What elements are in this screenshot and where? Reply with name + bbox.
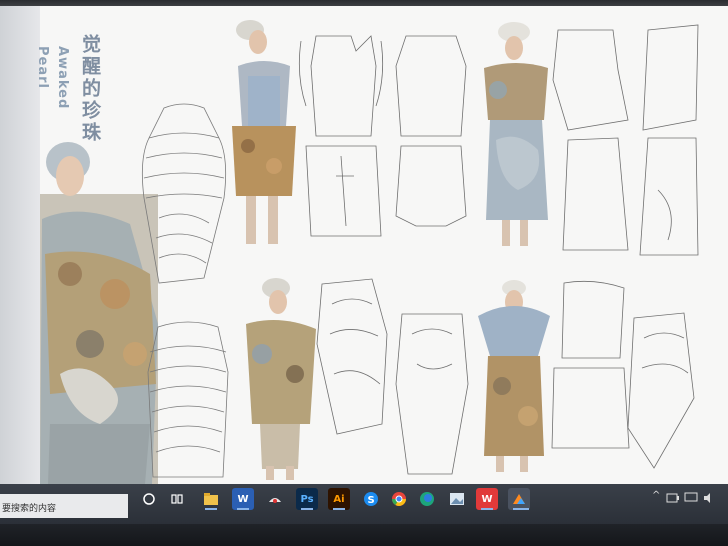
task-view-icon[interactable] [166,488,188,510]
model-figure-4 [484,22,548,246]
file-explorer-icon[interactable] [200,488,222,510]
illustrator-running-indicator [333,508,345,510]
image-viewer-icon[interactable] [446,488,468,510]
desktop-edge [0,6,40,484]
photoshop-icon[interactable]: Ps [296,488,318,510]
chrome-icon[interactable] [388,488,410,510]
wps-running-indicator [481,508,493,510]
sketch-ruffle-top [141,103,227,284]
wps-icon[interactable]: W [476,488,498,510]
flat-sketches-bottoms [316,278,469,475]
taskbar-search-placeholder: 要搜索的内容 [2,504,57,514]
svg-text:S: S [368,495,375,506]
system-tray: ^ [652,490,728,508]
photoshop-running-indicator [301,508,313,510]
artwork-title-en-line1: Awaked [55,46,70,110]
file-explorer-running-indicator [205,508,217,510]
monitor-bezel-bottom [0,524,728,546]
model-figure-2 [232,20,296,244]
sketch-ruffle-bottom [147,321,229,478]
model-figure-3 [246,278,316,480]
tray-overflow-chevron[interactable]: ^ [652,490,660,501]
edge-icon[interactable] [416,488,438,510]
cortana-icon[interactable] [138,488,160,510]
flat-sketches-tops [298,35,467,237]
flat-sketches-right-top [552,24,699,256]
active-app-icon[interactable] [508,488,530,510]
baidu-netdisk-icon[interactable] [264,488,286,510]
word-running-indicator [237,508,249,510]
word-icon[interactable]: W [232,488,254,510]
illustrator-icon[interactable]: Ai [328,488,350,510]
active-app-running-indicator [513,508,529,510]
model-figure-5 [478,280,550,472]
sogou-icon[interactable]: S [360,488,382,510]
battery-icon[interactable] [666,492,680,504]
screen: 觉醒的珍珠 Awaked Pearl [0,6,728,484]
network-icon[interactable] [684,492,698,504]
volume-icon[interactable] [702,492,716,504]
flat-sketches-right-bottom [551,280,695,469]
artwork-title-en-line2: Pearl [35,46,50,89]
